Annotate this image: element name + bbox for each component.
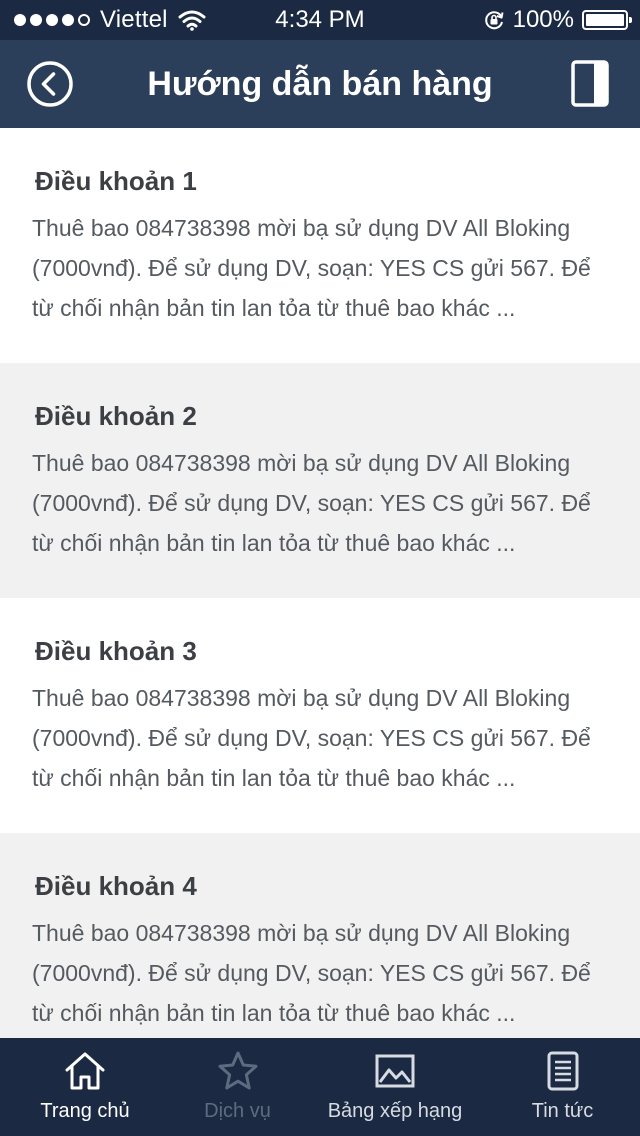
article-list: Điều khoản 1 Thuê bao 084738398 mời bạ s…: [0, 128, 640, 1038]
status-right: 100%: [483, 6, 632, 34]
battery-level: [586, 14, 624, 26]
star-icon: [218, 1051, 257, 1090]
status-bar: Viettel 4:34 PM 100%: [0, 0, 640, 40]
tab-label: Tin tức: [531, 1100, 594, 1122]
chart-image-icon: [375, 1054, 415, 1088]
article-body: Thuê bao 084738398 mời bạ sử dụng DV All…: [32, 685, 591, 791]
rotation-lock-icon: [484, 11, 504, 30]
news-icon: [547, 1051, 578, 1091]
tab-bar: Trang chủ Dịch vụ Bảng xếp hạng Tin tức: [0, 1038, 640, 1136]
tab-home[interactable]: Trang chủ: [0, 1038, 170, 1136]
article-body: Thuê bao 084738398 mời bạ sử dụng DV All…: [32, 920, 591, 1026]
article-title: Điều khoản 2: [35, 401, 197, 431]
article-item-4[interactable]: Điều khoản 4 Thuê bao 084738398 mời bạ s…: [0, 833, 640, 1038]
tab-label: Bảng xếp hạng: [327, 1100, 463, 1122]
article-item-3[interactable]: Điều khoản 3 Thuê bao 084738398 mời bạ s…: [0, 598, 640, 833]
battery-icon: [582, 10, 632, 30]
tab-leaderboard[interactable]: Bảng xếp hạng: [305, 1038, 485, 1136]
tab-services[interactable]: Dịch vụ: [170, 1038, 305, 1136]
battery-percent: 100%: [512, 6, 574, 33]
tab-news[interactable]: Tin tức: [485, 1038, 640, 1136]
article-title: Điều khoản 3: [35, 636, 197, 666]
back-circle-icon[interactable]: [24, 58, 76, 110]
book-icon[interactable]: [570, 58, 612, 110]
tab-label: Dịch vụ: [204, 1100, 271, 1122]
article-item-1[interactable]: Điều khoản 1 Thuê bao 084738398 mời bạ s…: [0, 128, 640, 363]
article-body: Thuê bao 084738398 mời bạ sử dụng DV All…: [32, 450, 591, 556]
article-title: Điều khoản 1: [35, 166, 197, 196]
article-body: Thuê bao 084738398 mời bạ sử dụng DV All…: [32, 215, 591, 321]
page-title: Hướng dẫn bán hàng: [147, 65, 493, 103]
article-title: Điều khoản 4: [35, 871, 197, 901]
article-item-2[interactable]: Điều khoản 2 Thuê bao 084738398 mời bạ s…: [0, 363, 640, 598]
home-icon: [65, 1052, 105, 1090]
nav-bar: Hướng dẫn bán hàng: [0, 40, 640, 128]
tab-label: Trang chủ: [40, 1100, 130, 1122]
